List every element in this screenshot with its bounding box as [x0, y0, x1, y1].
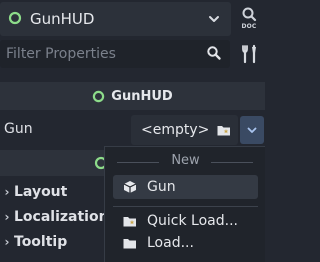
node-selector[interactable]: GunHUD: [0, 2, 231, 36]
resource-picker[interactable]: <empty>: [131, 115, 238, 145]
menu-item-label: Load...: [147, 235, 194, 251]
separator-line: [211, 162, 253, 163]
separator-label: New: [171, 153, 200, 168]
node-circle-icon: [8, 10, 22, 29]
new-separator: New: [105, 151, 266, 171]
cube-icon: [121, 179, 139, 195]
resource-popup-menu: New Gun Quick Load... Load...: [104, 146, 265, 262]
chevron-right-icon: ›: [4, 185, 10, 199]
menu-separator: [113, 206, 258, 207]
chevron-down-icon: [247, 127, 257, 133]
folder-icon: [121, 235, 139, 251]
resource-dropdown-button[interactable]: [240, 116, 264, 144]
menu-item-label: Gun: [147, 179, 176, 195]
menu-item-quick-load[interactable]: Quick Load...: [113, 209, 258, 233]
search-help-icon: [242, 7, 257, 22]
menu-item-load[interactable]: Load...: [113, 231, 258, 255]
inspector-section-header: GunHUD: [0, 82, 265, 110]
group-tooltip[interactable]: › Tooltip: [0, 230, 110, 254]
resource-value: <empty>: [141, 122, 210, 138]
group-layout[interactable]: › Layout: [0, 180, 110, 204]
node-circle-icon: [93, 90, 105, 102]
object-tools-button[interactable]: [240, 43, 260, 65]
property-label: Gun: [4, 121, 33, 137]
group-label: Tooltip: [14, 234, 68, 250]
tools-icon: [242, 44, 256, 64]
group-label: Localization: [14, 209, 109, 225]
quick-load-folder-icon: [216, 122, 232, 142]
section-title: GunHUD: [111, 88, 173, 104]
chevron-right-icon: ›: [4, 235, 10, 249]
group-localization[interactable]: › Localization: [0, 205, 110, 229]
menu-item-label: Quick Load...: [147, 213, 238, 229]
quick-load-folder-icon: [121, 213, 139, 229]
search-icon: [206, 45, 222, 65]
menu-item-new-gun[interactable]: Gun: [113, 175, 258, 199]
node-selector-label: GunHUD: [30, 10, 95, 28]
filter-properties-input[interactable]: Filter Properties: [0, 40, 230, 68]
chevron-down-icon: [207, 11, 221, 30]
filter-placeholder: Filter Properties: [6, 46, 116, 62]
open-documentation-button[interactable]: DOC: [236, 6, 262, 34]
chevron-right-icon: ›: [4, 210, 10, 224]
group-label: Layout: [14, 184, 68, 200]
doc-label: DOC: [241, 23, 257, 30]
